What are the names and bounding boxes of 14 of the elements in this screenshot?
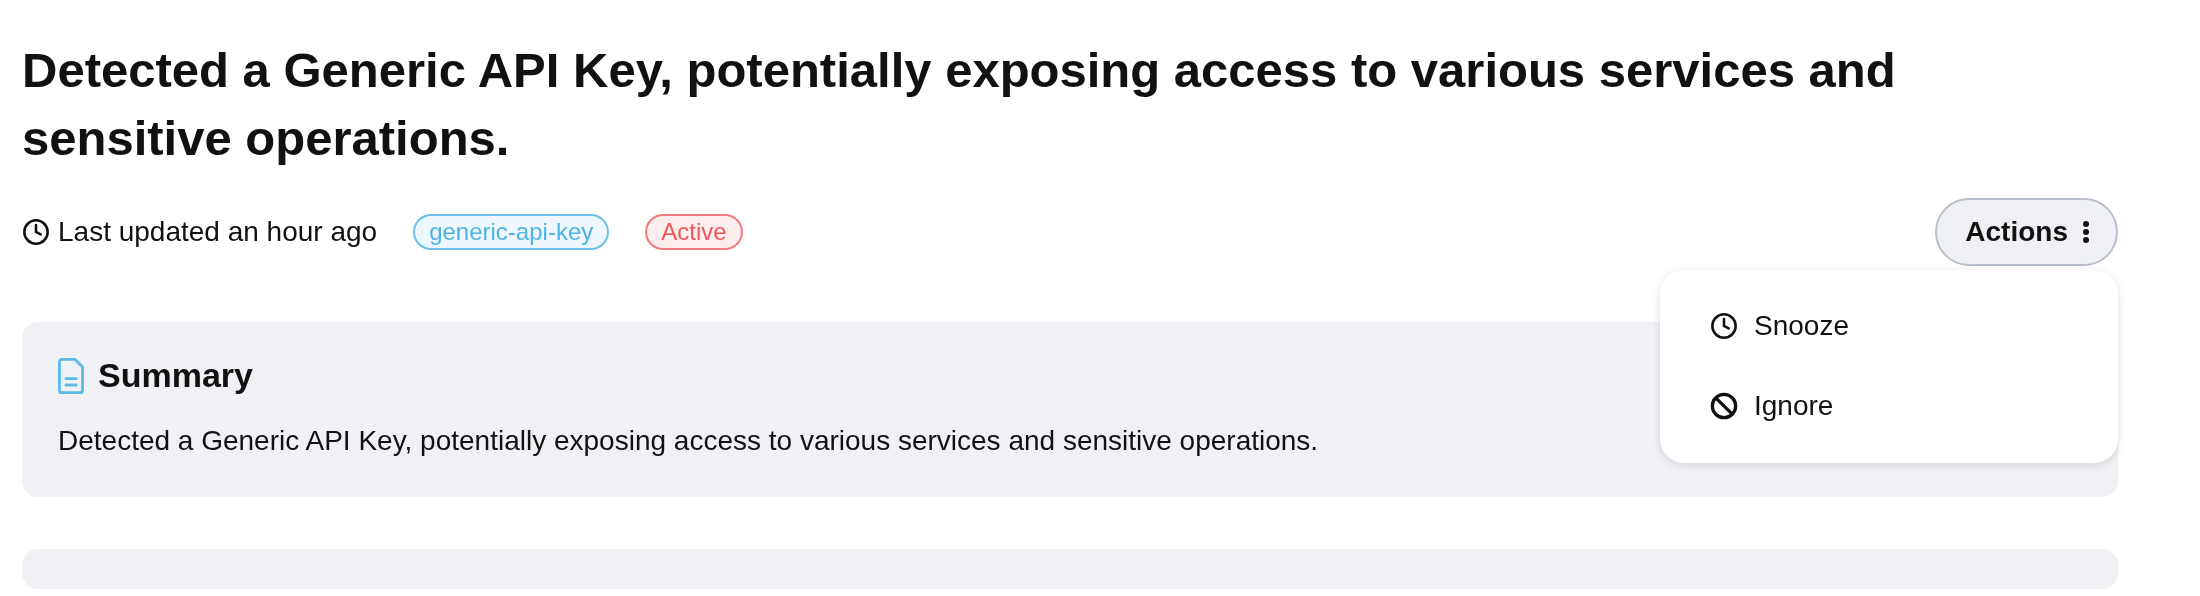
status-badge: Active [645,214,743,250]
menu-item[interactable]: Ignore [1710,380,2070,432]
actions-button[interactable]: Actions [1935,198,2118,266]
clock-icon [22,218,50,246]
last-updated-text: Last updated an hour ago [58,216,378,248]
ban-icon [1710,392,1738,420]
menu-item[interactable]: Snooze [1710,300,2070,352]
rule-tag: generic-api-key [413,214,610,250]
summary-heading: Summary [98,356,253,395]
clock-icon [1710,312,1738,340]
page-title: Detected a Generic API Key, potentially exposing access to various services and sensitive operations. [22,42,1897,167]
summary-text: Detected a Generic API Key, potentially exposing access to various services and sensitive operations. [58,425,1320,457]
more-icon [2082,220,2090,244]
document-icon [58,357,84,394]
